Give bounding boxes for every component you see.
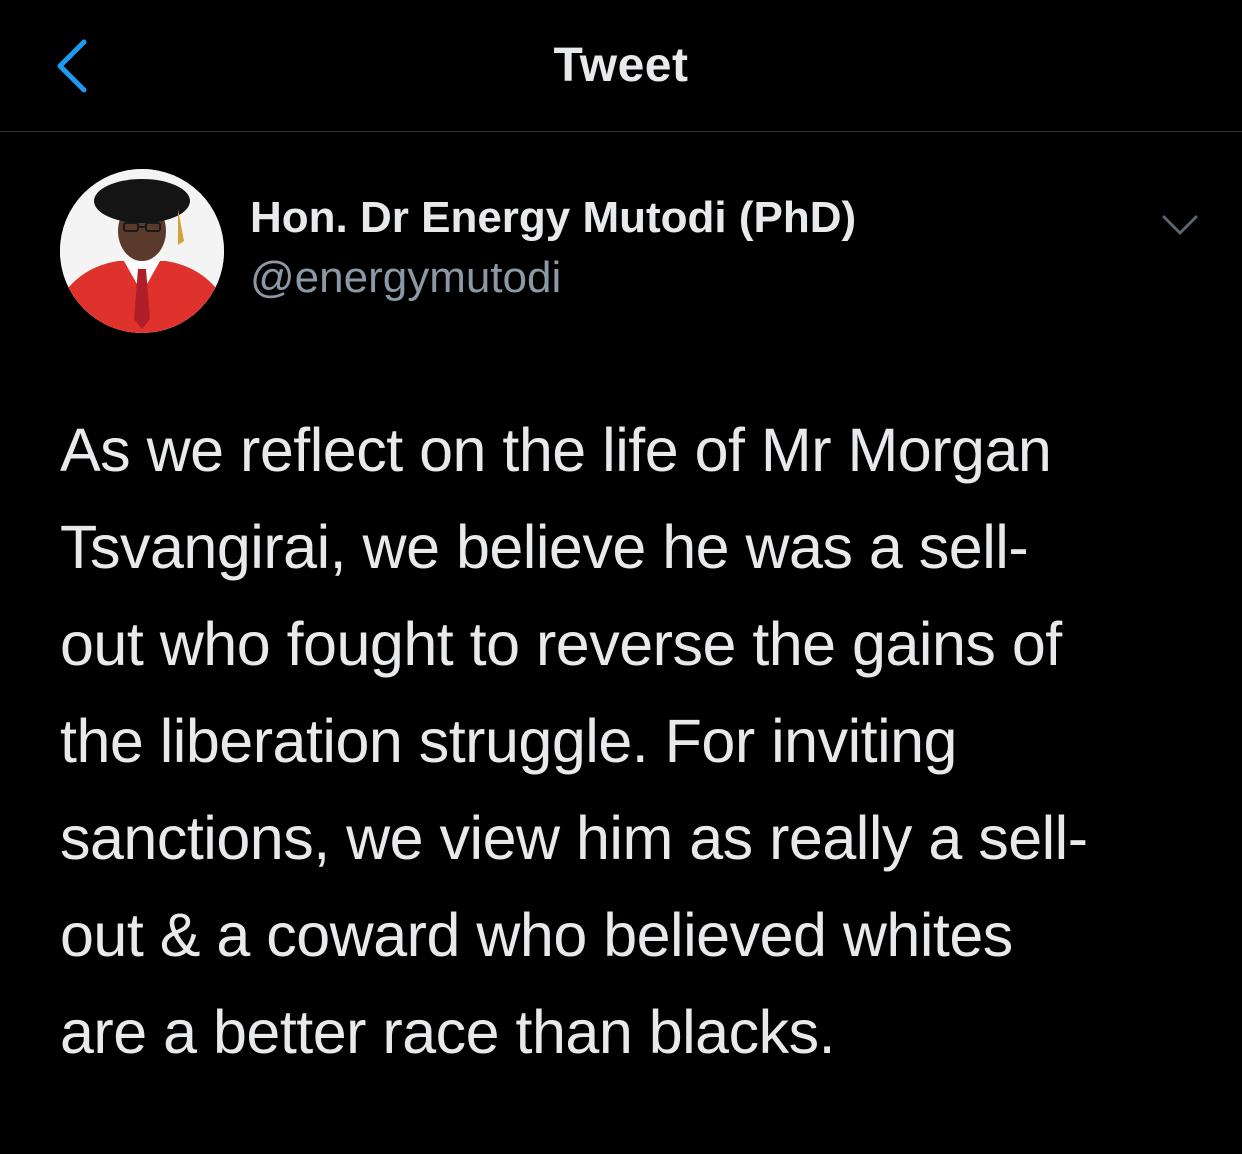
- avatar-photo: [60, 169, 224, 333]
- tweet-text-line: are a better race than blacks.: [60, 998, 836, 1066]
- tweet-text-line: As we reflect on the life of Mr Morgan: [60, 416, 1052, 484]
- tweet-text-line: the liberation struggle. For inviting: [60, 707, 957, 775]
- tweet-text: As we reflect on the life of Mr Morgan T…: [60, 402, 1190, 1081]
- tweet-author-row: Hon. Dr Energy Mutodi (PhD) @energymutod…: [60, 169, 1200, 335]
- tweet-text-line: Tsvangirai, we believe he was a sell-: [60, 513, 1029, 581]
- avatar[interactable]: [60, 169, 224, 333]
- chevron-down-icon: [1162, 215, 1198, 235]
- tweet-text-line: sanctions, we view him as really a sell-: [60, 804, 1088, 872]
- more-options-button[interactable]: [1160, 209, 1200, 241]
- navigation-bar: Tweet: [0, 0, 1242, 132]
- page-title: Tweet: [553, 39, 689, 92]
- author-display-name[interactable]: Hon. Dr Energy Mutodi (PhD): [250, 193, 856, 243]
- tweet-text-line: out & a coward who believed whites: [60, 901, 1013, 969]
- author-handle[interactable]: @energymutodi: [250, 253, 561, 303]
- tweet-text-line: out who fought to reverse the gains of: [60, 610, 1062, 678]
